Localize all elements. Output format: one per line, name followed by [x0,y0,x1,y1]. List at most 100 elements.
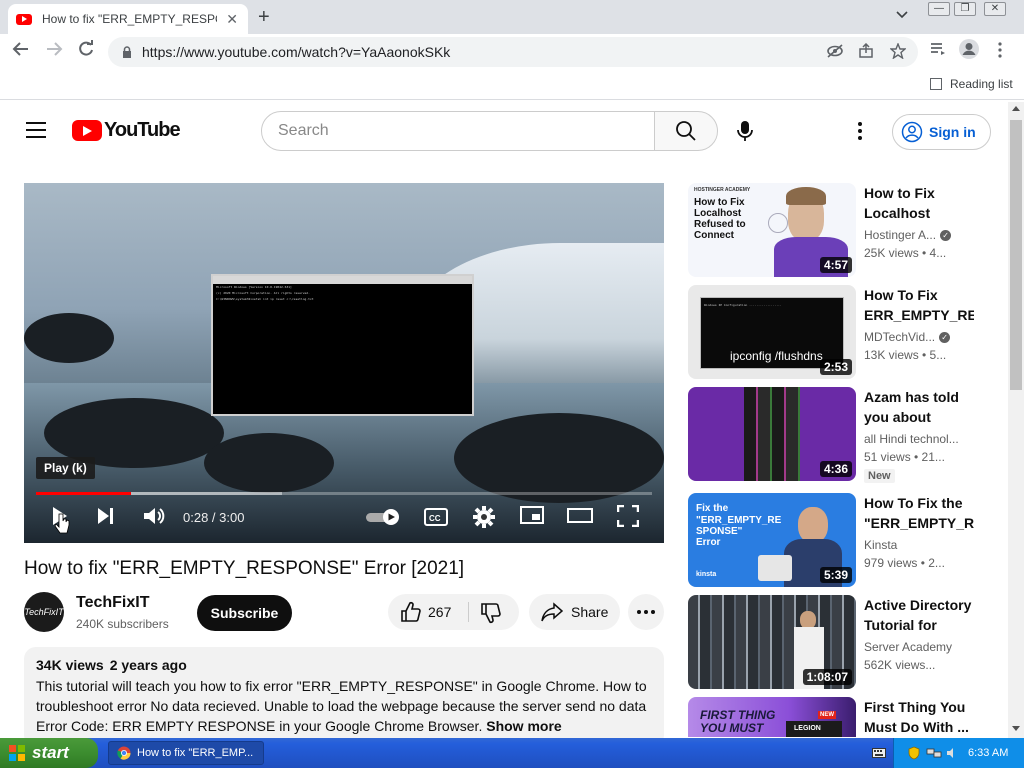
keyboard-icon[interactable] [872,748,886,758]
subscribe-button[interactable]: Subscribe [197,595,292,631]
search-box[interactable] [261,111,655,151]
minimize-window-icon[interactable]: — [928,2,950,16]
miniplayer-button[interactable] [520,505,544,530]
related-video[interactable]: 1:08:07 Active Directory Tutorial for Be… [688,595,988,689]
taskbar-clock[interactable]: 6:33 AM [968,747,1008,759]
share-button[interactable]: Share [529,594,620,630]
tab-close-icon[interactable]: ✕ [226,11,238,28]
related-video[interactable]: Fix the "ERR_EMPTY_RE SPONSE" Error kins… [688,493,988,587]
fullscreen-button[interactable] [616,504,640,532]
channel-name[interactable]: TechFixIT [76,594,150,612]
youtube-logo[interactable]: YouTube [72,119,181,142]
tab-title: How to fix "ERR_EMPTY_RESPONSE" Error [2… [42,12,217,26]
scrollbar-thumb[interactable] [1010,120,1022,390]
video-thumbnail[interactable]: Windows IP Configuration ...............… [688,285,856,379]
video-frame-rock [204,433,334,493]
next-video-button[interactable] [96,505,116,532]
related-channel: Server Academy [864,640,953,654]
volume-tray-icon[interactable] [946,747,958,759]
start-button[interactable]: start [0,738,98,768]
description-box[interactable]: 34K views 2 years ago This tutorial will … [24,647,664,747]
volume-button[interactable] [142,505,166,532]
tab-search-chevron-icon[interactable] [896,8,908,22]
hamburger-menu-icon[interactable] [26,122,46,143]
forward-arrow-icon[interactable] [45,40,63,63]
autoplay-toggle[interactable] [366,509,402,530]
search-icon [676,121,696,141]
address-bar[interactable]: https://www.youtube.com/watch?v=YaAaonok… [108,37,918,67]
like-button[interactable] [400,601,422,628]
video-thumbnail[interactable]: Fix the "ERR_EMPTY_RE SPONSE" Error kins… [688,493,856,587]
related-video[interactable]: Windows IP Configuration ...............… [688,285,988,379]
eye-off-icon[interactable] [826,43,844,62]
back-arrow-icon[interactable] [12,40,30,63]
reload-icon[interactable] [77,40,95,63]
page-scrollbar[interactable] [1008,102,1024,738]
search-button[interactable] [654,111,718,151]
skip-next-icon [98,508,113,524]
profile-avatar-icon[interactable] [958,39,980,63]
reading-list-button[interactable]: Reading list [930,77,1013,91]
video-player[interactable]: Microsoft Windows [Version 10.0.19042.63… [24,183,664,543]
youtube-favicon-icon [16,13,32,25]
url-text[interactable]: https://www.youtube.com/watch?v=YaAaonok… [142,44,450,60]
more-actions-button[interactable] [628,594,664,630]
upload-age: 2 years ago [109,657,187,673]
related-video-title[interactable]: Active Directory Tutorial for Beginners [864,595,974,635]
microphone-icon [737,121,753,141]
chrome-menu-icon[interactable] [998,42,1002,61]
share-icon[interactable] [858,42,874,62]
new-tab-icon[interactable]: + [258,6,270,29]
related-video[interactable]: FIRST THING YOU MUST NEW LEGION First Th… [688,697,988,737]
lock-icon[interactable] [122,45,132,58]
video-thumbnail[interactable]: FIRST THING YOU MUST NEW LEGION [688,697,856,737]
progress-played [36,492,132,495]
thumbnail-brand: HOSTINGER ACADEMY [694,187,751,193]
security-shield-icon[interactable] [908,746,920,760]
video-duration: 4:36 [819,461,852,477]
related-video[interactable]: HOSTINGER ACADEMY How to Fix Localhost R… [688,183,988,277]
related-video-title[interactable]: How To Fix ERR_EMPTY_RESPONSE [864,285,974,325]
media-queue-icon[interactable] [930,42,946,59]
related-video-title[interactable]: How to Fix Localhost Refused to Connect [864,183,974,223]
voice-search-button[interactable] [728,114,762,148]
related-video[interactable]: 4:36 Azam has told you about such... all… [688,387,988,483]
related-video-title[interactable]: Azam has told you about such... [864,387,974,427]
close-window-icon[interactable]: ✕ [984,2,1006,16]
scroll-up-icon[interactable] [1012,106,1020,111]
theater-mode-button[interactable] [567,505,593,530]
more-horizontal-icon [637,609,655,614]
video-duration: 2:53 [819,359,852,375]
search-input[interactable] [262,112,654,150]
related-channel: Kinsta [864,538,898,552]
share-arrow-icon [541,602,563,622]
channel-avatar[interactable]: TechFixIT [24,592,64,632]
video-thumbnail[interactable]: 1:08:07 [688,595,856,689]
restore-window-icon[interactable]: ❐ [954,2,976,16]
video-thumbnail[interactable]: HOSTINGER ACADEMY How to Fix Localhost R… [688,183,856,277]
dislike-button[interactable] [480,602,502,629]
related-views: 979 views • 2... [864,556,945,570]
avatar-logo-text: TechFixIT [24,607,64,617]
subtitles-button[interactable]: CC [424,508,448,531]
bookmark-star-icon[interactable] [889,42,907,62]
browser-tab[interactable]: How to fix "ERR_EMPTY_RESPONSE" Error [2… [8,4,248,34]
network-icon[interactable] [926,746,942,760]
show-more-link[interactable]: Show more [486,718,561,734]
related-video-title[interactable]: First Thing You Must Do With ... [864,697,974,737]
related-views: 562K views... [864,658,936,672]
progress-bar[interactable] [36,492,652,495]
sign-in-button[interactable]: Sign in [892,114,991,150]
settings-button[interactable] [472,505,496,534]
taskbar-chrome-window[interactable]: How to fix "ERR_EMP... [108,741,264,765]
scroll-down-icon[interactable] [1012,726,1020,731]
start-label: start [32,743,69,762]
video-thumbnail[interactable]: 4:36 [688,387,856,481]
theater-mode-icon [567,508,593,523]
related-views: 13K views • 5... [864,348,947,362]
youtube-play-logo-icon [72,120,102,141]
fullscreen-icon [616,504,640,528]
related-video-title[interactable]: How To Fix the "ERR_EMPTY_RESPONSE" [864,493,974,533]
settings-more-icon[interactable] [850,118,870,144]
verified-check-icon: ✓ [939,332,951,344]
